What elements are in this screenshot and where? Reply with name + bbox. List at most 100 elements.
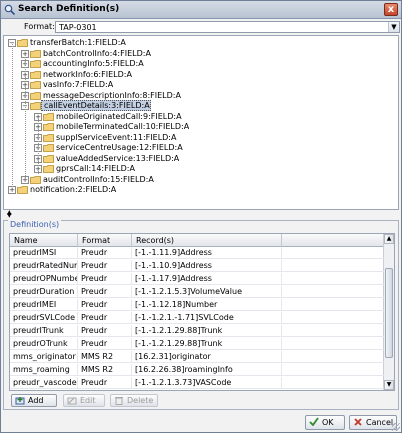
cell-format: Preudr	[78, 299, 132, 311]
folder-icon	[30, 175, 41, 184]
search-definitions-dialog: Search Definition(s) x Format: TAP-0301 …	[0, 0, 402, 433]
tree-node[interactable]: + messageDescriptionInfo:8:FIELD:A	[21, 91, 181, 101]
cancel-icon	[354, 418, 362, 426]
ok-label: OK	[322, 418, 334, 427]
tree-node[interactable]: + gprsCall:14:FIELD:A	[34, 164, 135, 174]
table-row[interactable]: preudr_vascode Preudr [-1.-1.2.1.3.73]VASC…	[10, 377, 384, 389]
table-row[interactable]: preudrSVLCode Preudr [-1.-1.2.1.-1.71]SVLC…	[10, 312, 384, 324]
delete-button[interactable]: Delete	[110, 394, 158, 407]
cell-format: Preudr	[78, 273, 132, 285]
close-button[interactable]: x	[384, 3, 398, 16]
tree-node-label: mobileOriginatedCall:9:FIELD:A	[56, 111, 182, 121]
delete-label: Delete	[127, 396, 154, 405]
tree-node-label: batchControlInfo:4:FIELD:A	[43, 48, 151, 58]
cell-name: mms_roaming	[10, 364, 78, 376]
definitions-legend: Definition(s)	[8, 220, 62, 229]
edit-icon	[67, 397, 77, 405]
column-header-format[interactable]: Format	[78, 234, 132, 247]
tree-node-label: supplServiceEvent:11:FIELD:A	[56, 132, 177, 142]
tree-node[interactable]: + mobileOriginatedCall:9:FIELD:A	[34, 112, 182, 122]
definition-tree[interactable]: − transferBatch:1:FIELD:A + batchControlInf…	[3, 35, 399, 210]
tree-node[interactable]: − callEventDetails:3:FIELD:A	[21, 100, 151, 111]
tree-node[interactable]: + accountingInfo:5:FIELD:A	[21, 59, 144, 69]
trash-icon	[115, 397, 123, 405]
add-icon	[15, 397, 25, 405]
table-row[interactable]: preudrIMEI Preudr [-1.-1.12.18]Number	[10, 299, 384, 311]
add-label: Add	[28, 396, 44, 405]
folder-icon	[30, 60, 41, 68]
folder-icon	[43, 112, 54, 121]
checkmark-icon	[309, 417, 319, 426]
splitter-arrows-icon[interactable]: ▲ ▼	[7, 210, 12, 219]
table-row[interactable]: preudrOPNumber Preudr [-1.-1.17.9]Address	[10, 273, 384, 285]
column-header-records[interactable]: Record(s)	[132, 234, 282, 247]
table-row[interactable]: preudrIMSI Preudr [-1.-1.11.9]Address	[10, 247, 384, 259]
table-row[interactable]: preudrRatedNum...Preudr[-1.-1.10.9]Addre…	[10, 260, 384, 272]
folder-icon	[30, 70, 41, 79]
cell-records: [-1.-1.11.9]Address	[132, 247, 282, 259]
table-row[interactable]: preudrDuration Preudr [-1.-1.2.1.5.3]Volum…	[10, 286, 384, 298]
tree-connector-line	[25, 54, 26, 178]
cell-format: MMS R2	[78, 364, 132, 376]
cell-name: preudrIMEI	[10, 299, 78, 311]
cell-records: [-1.-1.2.1.3.73]VASCode	[132, 377, 282, 389]
tree-node-label: mobileTerminatedCall:10:FIELD:A	[56, 122, 190, 131]
panel-splitter[interactable]: ▲ ▼	[3, 210, 399, 219]
table-row[interactable]: preudrITrunk Preudr [-1.-1.2.1.29.88]Trunk	[10, 325, 384, 337]
tree-node-label: vasInfo:7:FIELD:A	[43, 80, 114, 89]
tree-node[interactable]: + notification:2:FIELD:A	[8, 185, 116, 195]
title-bar[interactable]: Search Definition(s) x	[1, 1, 401, 19]
cell-format: Preudr	[78, 338, 132, 350]
table-row[interactable]: mms_roaming MMS R2 [16.2.26.38]roamingInfo	[10, 364, 384, 376]
tree-node[interactable]: + auditControlInfo:15:FIELD:A	[21, 175, 154, 185]
resize-grip[interactable]	[392, 423, 400, 431]
tree-node-label: valueAddedService:13:FIELD:A	[56, 153, 180, 163]
cell-name: preudrRatedNum...	[10, 260, 78, 272]
tree-node-label: gprsCall:14:FIELD:A	[56, 164, 135, 173]
edit-button[interactable]: Edit	[63, 394, 105, 407]
tree-node-label: networkInfo:6:FIELD:A	[43, 69, 132, 79]
cell-records: [16.2.26.38]roamingInfo	[132, 364, 282, 376]
folder-icon	[43, 144, 54, 152]
scroll-up-icon[interactable]: ▲	[384, 234, 394, 244]
tree-connector-line	[38, 117, 39, 174]
definitions-table: Name Format Record(s) ▲ ▼ preudrIMSI Preu…	[9, 233, 395, 391]
tree-node[interactable]: + serviceCentreUsage:12:FIELD:A	[34, 143, 183, 153]
definitions-group: Definition(s) Name Format Record(s) ▲ ▼ …	[3, 220, 399, 410]
folder-icon	[43, 133, 54, 142]
cell-format: Preudr	[78, 260, 132, 272]
cell-name: preudrSVLCode	[10, 312, 78, 324]
table-row[interactable]: preudrOTrunk Preudr [-1.-1.2.1.29.88]Trunk	[10, 338, 384, 350]
cell-records: [-1.-1.2.1.-1.71]SVLCode	[132, 312, 282, 324]
format-value: TAP-0301	[59, 23, 97, 32]
tree-node[interactable]: + networkInfo:6:FIELD:A	[21, 70, 132, 80]
edit-label: Edit	[80, 396, 96, 405]
cell-format: MMS R2	[78, 351, 132, 363]
table-scrollbar[interactable]: ▲ ▼	[383, 234, 394, 390]
add-button[interactable]: Add	[11, 394, 57, 407]
tree-node-label: serviceCentreUsage:12:FIELD:A	[56, 143, 183, 152]
cell-records: [-1.-1.17.9]Address	[132, 273, 282, 285]
tree-node[interactable]: + mobileTerminatedCall:10:FIELD:A	[34, 122, 189, 132]
tree-node[interactable]: + valueAddedService:13:FIELD:A	[34, 154, 179, 164]
format-select[interactable]: TAP-0301 ▼	[55, 21, 400, 33]
cell-name: preudrITrunk	[10, 325, 78, 337]
cell-name: preudrOPNumber	[10, 273, 78, 285]
cell-name: preudr_vascode	[10, 377, 78, 389]
chevron-down-icon[interactable]: ▼	[388, 22, 399, 32]
tree-node[interactable]: − transferBatch:1:FIELD:A	[8, 38, 126, 48]
cancel-button[interactable]: Cancel	[349, 415, 397, 430]
cell-format: Preudr	[78, 312, 132, 324]
column-header-name[interactable]: Name	[10, 234, 78, 247]
scroll-thumb[interactable]	[385, 268, 393, 358]
tree-node[interactable]: + batchControlInfo:4:FIELD:A	[21, 49, 151, 59]
table-row[interactable]: mms_originator MMS R2 [16.2.31]originator	[10, 351, 384, 363]
ok-button[interactable]: OK	[305, 415, 345, 430]
tree-node[interactable]: + supplServiceEvent:11:FIELD:A	[34, 133, 176, 143]
tree-node-label: messageDescriptionInfo:8:FIELD:A	[43, 90, 181, 100]
tree-connector-line	[12, 44, 13, 189]
scroll-down-icon[interactable]: ▼	[384, 380, 394, 390]
tree-node[interactable]: + vasInfo:7:FIELD:A	[21, 80, 113, 90]
format-row: Format: TAP-0301 ▼	[1, 20, 401, 34]
tree-node-label: accountingInfo:5:FIELD:A	[43, 59, 144, 68]
